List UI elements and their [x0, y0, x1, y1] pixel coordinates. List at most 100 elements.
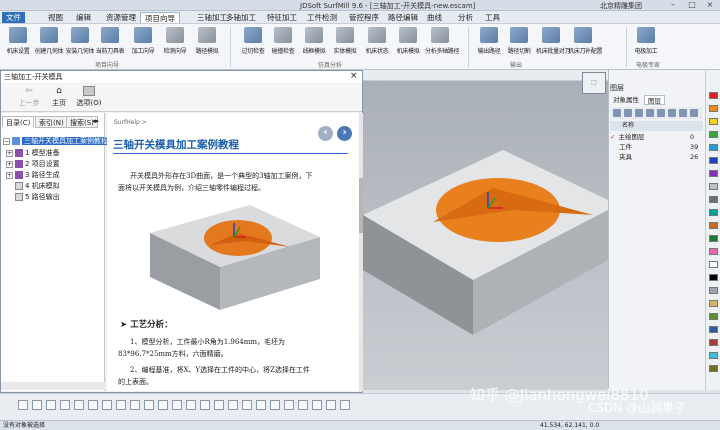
ribbon-button-12[interactable]: 机床模拟 — [393, 27, 423, 59]
layer-tool-icon[interactable] — [668, 109, 676, 117]
tree-item-machine-sim[interactable]: 4 机床模拟 — [15, 181, 60, 192]
tab-index[interactable]: 索引(N) — [35, 116, 68, 128]
snap-tool-icon[interactable] — [144, 400, 154, 410]
snap-tool-icon[interactable] — [88, 400, 98, 410]
tree-item-root[interactable]: − 三轴开关模具加工案例教程 — [3, 136, 110, 147]
menu-item-7[interactable]: 特征加工 — [263, 12, 301, 23]
snap-tool-icon[interactable] — [32, 400, 42, 410]
tree-item-project-setup[interactable]: +2 项目设置 — [6, 159, 60, 170]
ribbon-button-11[interactable]: 机床状态 — [362, 27, 392, 59]
tree-item-path-output[interactable]: 5 路径输出 — [15, 192, 60, 203]
ribbon-button-16[interactable]: 机床批量对刀 — [536, 27, 571, 59]
ribbon-button-4[interactable]: 加工向导 — [128, 27, 158, 59]
color-swatch[interactable] — [709, 92, 718, 99]
menu-item-4[interactable]: 项目向导 — [140, 12, 180, 23]
snap-tool-icon[interactable] — [200, 400, 210, 410]
prev-page-icon[interactable]: ‹ — [318, 126, 333, 141]
color-swatch[interactable] — [709, 144, 718, 151]
color-swatch[interactable] — [709, 300, 718, 307]
ribbon-button-7[interactable]: 过切检查 — [238, 27, 268, 59]
back-button[interactable]: ⇦ 上一步 — [14, 86, 44, 108]
menu-item-6[interactable]: 多轴加工 — [222, 12, 260, 23]
snap-tool-icon[interactable] — [242, 400, 252, 410]
menu-item-1[interactable]: 视图 — [44, 12, 67, 23]
layer-tool-icon[interactable] — [624, 109, 632, 117]
maximize-button[interactable]: □ — [683, 0, 701, 10]
ribbon-button-17[interactable]: 机床刀补配置 — [568, 27, 603, 59]
breadcrumb[interactable]: SurfHelp > — [114, 119, 147, 126]
menu-item-0[interactable]: 文件 — [2, 12, 25, 23]
tab-object-properties[interactable]: 对象属性 — [610, 95, 642, 105]
ribbon-button-13[interactable]: 分析多轴路径 — [425, 27, 460, 59]
ribbon-button-6[interactable]: 路径模拟 — [192, 27, 222, 59]
menu-item-10[interactable]: 路径编辑 — [384, 12, 422, 23]
ribbon-button-3[interactable]: 当前刀具表 — [95, 27, 125, 59]
home-button[interactable]: ⌂ 主页 — [44, 86, 74, 108]
tree-item-model-prep[interactable]: +1 模型准备 — [6, 148, 60, 159]
menu-item-8[interactable]: 工件检测 — [303, 12, 341, 23]
color-swatch[interactable] — [709, 352, 718, 359]
layer-row[interactable]: 工件 39 — [610, 142, 703, 152]
color-swatch[interactable] — [709, 196, 718, 203]
layer-row[interactable]: 夹具 26 — [610, 152, 703, 162]
minimize-button[interactable]: – — [664, 0, 682, 10]
tabs-scroll-icon[interactable]: ◂▸ — [92, 117, 99, 125]
ribbon-button-0[interactable]: 机床设置 — [3, 27, 33, 59]
color-swatch[interactable] — [709, 274, 718, 281]
snap-tool-icon[interactable] — [158, 400, 168, 410]
ribbon-button-10[interactable]: 实体模拟 — [330, 27, 360, 59]
menu-item-12[interactable]: 分析 — [454, 12, 477, 23]
ribbon-button-9[interactable]: 线框模拟 — [299, 27, 329, 59]
color-swatch[interactable] — [709, 118, 718, 125]
snap-tool-icon[interactable] — [130, 400, 140, 410]
ribbon-button-1[interactable]: 创建几何体 — [34, 27, 64, 59]
ribbon-button-18[interactable]: 电极加工 — [631, 27, 661, 59]
snap-tool-icon[interactable] — [270, 400, 280, 410]
snap-tool-icon[interactable] — [172, 400, 182, 410]
snap-tool-icon[interactable] — [186, 400, 196, 410]
next-page-icon[interactable]: › — [337, 126, 352, 141]
snap-tool-icon[interactable] — [74, 400, 84, 410]
color-swatch[interactable] — [709, 365, 718, 372]
color-swatch[interactable] — [709, 209, 718, 216]
color-swatch[interactable] — [709, 339, 718, 346]
color-swatch[interactable] — [709, 287, 718, 294]
ribbon-button-2[interactable]: 安装几何体 — [65, 27, 95, 59]
tree-item-path-generation[interactable]: +3 路径生成 — [6, 170, 60, 181]
tree-horizontal-scrollbar[interactable] — [1, 382, 105, 390]
color-swatch[interactable] — [709, 157, 718, 164]
snap-tool-icon[interactable] — [298, 400, 308, 410]
snap-tool-icon[interactable] — [102, 400, 112, 410]
menu-item-11[interactable]: 曲线 — [423, 12, 446, 23]
tab-contents[interactable]: 目录(C) — [2, 116, 35, 128]
color-swatch[interactable] — [709, 313, 718, 320]
menu-item-3[interactable]: 资源管理 — [102, 12, 140, 23]
color-swatch[interactable] — [709, 235, 718, 242]
snap-tool-icon[interactable] — [326, 400, 336, 410]
layer-tool-icon[interactable] — [646, 109, 654, 117]
snap-tool-icon[interactable] — [46, 400, 56, 410]
layer-tool-icon[interactable] — [679, 109, 687, 117]
snap-tool-icon[interactable] — [116, 400, 126, 410]
color-swatch[interactable] — [709, 248, 718, 255]
close-button[interactable]: × — [701, 0, 719, 10]
color-swatch[interactable] — [709, 222, 718, 229]
ribbon-button-15[interactable]: 路径切割 — [504, 27, 534, 59]
snap-tool-icon[interactable] — [214, 400, 224, 410]
help-close-icon[interactable]: × — [350, 71, 358, 81]
color-swatch[interactable] — [709, 105, 718, 112]
view-cube-icon[interactable]: ⬚ — [582, 72, 606, 94]
layer-tool-icon[interactable] — [657, 109, 665, 117]
menu-item-13[interactable]: 工具 — [481, 12, 504, 23]
snap-tool-icon[interactable] — [256, 400, 266, 410]
snap-tool-icon[interactable] — [312, 400, 322, 410]
snap-tool-icon[interactable] — [228, 400, 238, 410]
options-button[interactable]: 选项(O) — [74, 86, 104, 108]
color-swatch[interactable] — [709, 326, 718, 333]
color-swatch[interactable] — [709, 170, 718, 177]
color-swatch[interactable] — [709, 183, 718, 190]
snap-tool-icon[interactable] — [284, 400, 294, 410]
ribbon-button-14[interactable]: 输出路径 — [474, 27, 504, 59]
menu-item-2[interactable]: 编辑 — [72, 12, 95, 23]
color-swatch[interactable] — [709, 261, 718, 268]
